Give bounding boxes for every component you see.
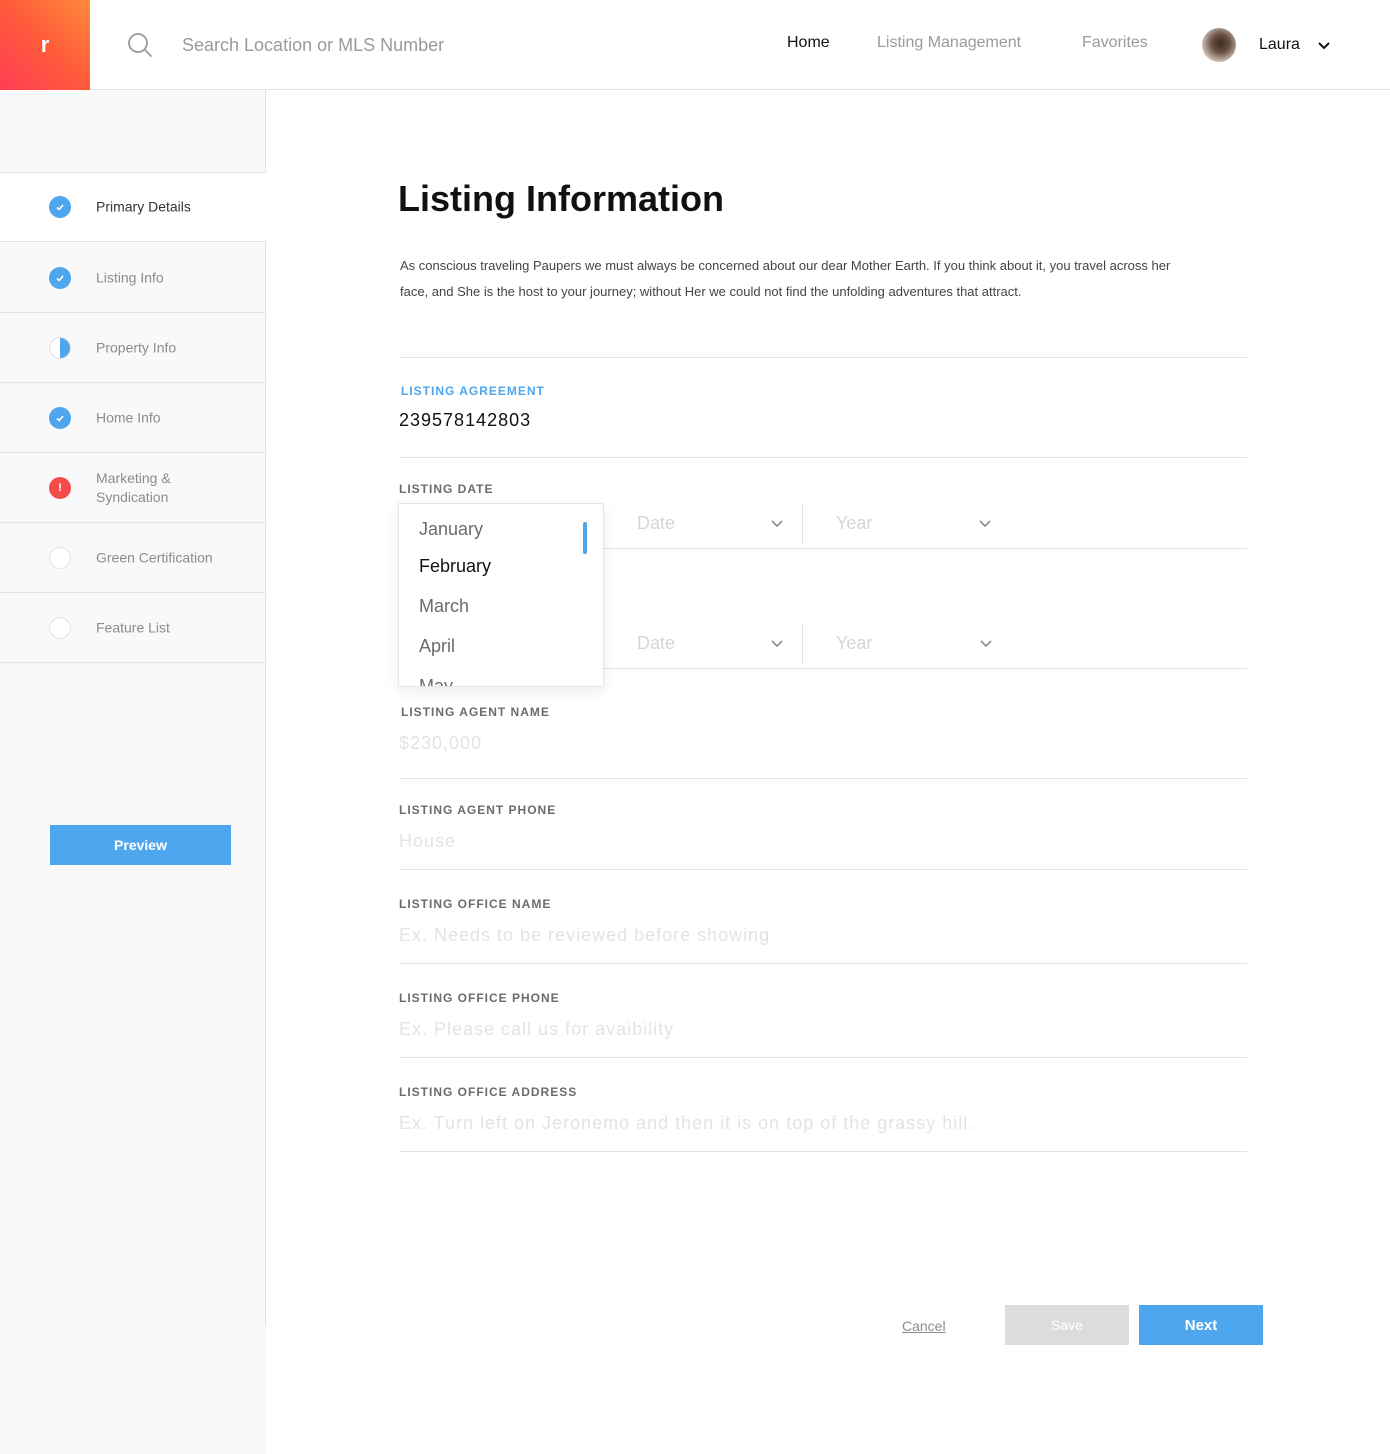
intro-paragraph: As conscious traveling Paupers we must a… [400, 258, 1171, 299]
chevron-down-icon [980, 640, 992, 648]
nav-home[interactable]: Home [787, 34, 830, 52]
chevron-down-icon [771, 640, 783, 648]
empty-circle-icon [49, 546, 71, 569]
date-select-placeholder: Date [637, 513, 676, 533]
search-icon[interactable] [127, 32, 153, 58]
listing-agent-name-label: LISTING AGENT NAME [401, 705, 550, 719]
dropdown-scrollbar[interactable] [583, 522, 587, 554]
search-input[interactable] [182, 30, 602, 60]
month-option-march[interactable]: March [419, 596, 469, 617]
select-separator [802, 504, 803, 544]
avatar[interactable] [1202, 28, 1236, 62]
divider [399, 357, 1247, 358]
listing-date-label: LISTING DATE [399, 482, 494, 496]
chevron-down-icon[interactable] [1317, 40, 1331, 52]
step-label: Marketing & Syndication [96, 469, 171, 505]
listing-agent-phone-input[interactable] [399, 826, 1247, 856]
select-separator [802, 624, 803, 664]
checkmark-icon [49, 196, 71, 218]
empty-circle-icon [49, 616, 71, 639]
sidebar-step-property-info[interactable]: Property Info [0, 313, 266, 383]
listing-agreement-label: LISTING AGREEMENT [401, 384, 545, 398]
chevron-down-icon [979, 520, 991, 528]
top-header: r Home Listing Management Favorites Laur… [0, 0, 1390, 90]
month-dropdown[interactable]: January February March April May [398, 503, 604, 687]
date-select-2[interactable]: Date [637, 627, 783, 661]
user-name[interactable]: Laura [1259, 36, 1300, 54]
listing-office-name-label: LISTING OFFICE NAME [399, 897, 552, 911]
month-option-may[interactable]: May [419, 676, 453, 686]
sidebar-step-primary-details[interactable]: Primary Details [0, 172, 266, 242]
sidebar-step-feature-list[interactable]: Feature List [0, 593, 266, 663]
divider [399, 1057, 1247, 1058]
error-icon: ! [49, 476, 71, 499]
nav-favorites[interactable]: Favorites [1082, 34, 1148, 52]
listing-office-address-input[interactable] [399, 1108, 1247, 1138]
app-logo[interactable]: r [0, 0, 90, 90]
listing-office-address-label: LISTING OFFICE ADDRESS [399, 1085, 578, 1099]
cancel-link[interactable]: Cancel [902, 1318, 946, 1334]
date-select[interactable]: Date [637, 507, 783, 541]
step-label: Feature List [96, 619, 170, 635]
year-select-2[interactable]: Year [836, 627, 992, 661]
year-select-placeholder: Year [836, 513, 873, 533]
nav-listing-management[interactable]: Listing Management [877, 34, 1021, 52]
sidebar-step-marketing-syndication[interactable]: ! Marketing & Syndication [0, 453, 266, 523]
listing-agent-phone-label: LISTING AGENT PHONE [399, 803, 557, 817]
divider [399, 1151, 1247, 1152]
month-option-february[interactable]: February [419, 556, 491, 577]
next-button[interactable]: Next [1139, 1305, 1263, 1345]
date-select-placeholder: Date [637, 633, 676, 653]
year-select[interactable]: Year [836, 507, 991, 541]
step-label: Primary Details [96, 198, 191, 215]
checkmark-icon [49, 406, 71, 429]
page-title: Listing Information [398, 178, 724, 219]
step-label: Listing Info [96, 269, 164, 285]
step-label: Green Certification [96, 549, 213, 565]
preview-button[interactable]: Preview [50, 825, 231, 865]
listing-agent-name-input[interactable] [399, 728, 1247, 758]
half-complete-icon [49, 336, 71, 359]
month-option-january[interactable]: January [419, 519, 483, 540]
divider [399, 963, 1247, 964]
step-label: Property Info [96, 339, 177, 355]
sidebar-step-green-certification[interactable]: Green Certification [0, 523, 266, 593]
checkmark-icon [49, 266, 71, 289]
listing-office-phone-input[interactable] [399, 1014, 1247, 1044]
divider [399, 457, 1247, 458]
sidebar-step-home-info[interactable]: Home Info [0, 383, 266, 453]
chevron-down-icon [771, 520, 783, 528]
listing-office-name-input[interactable] [399, 920, 1247, 950]
listing-agreement-value[interactable]: 239578142803 [399, 410, 531, 431]
month-option-april[interactable]: April [419, 636, 455, 657]
listing-office-phone-label: LISTING OFFICE PHONE [399, 991, 560, 1005]
save-button[interactable]: Save [1005, 1305, 1129, 1345]
sidebar-step-listing-info[interactable]: Listing Info [0, 243, 266, 313]
year-select-placeholder: Year [836, 633, 873, 653]
step-label: Home Info [96, 409, 161, 425]
divider [399, 778, 1247, 779]
divider [399, 869, 1247, 870]
